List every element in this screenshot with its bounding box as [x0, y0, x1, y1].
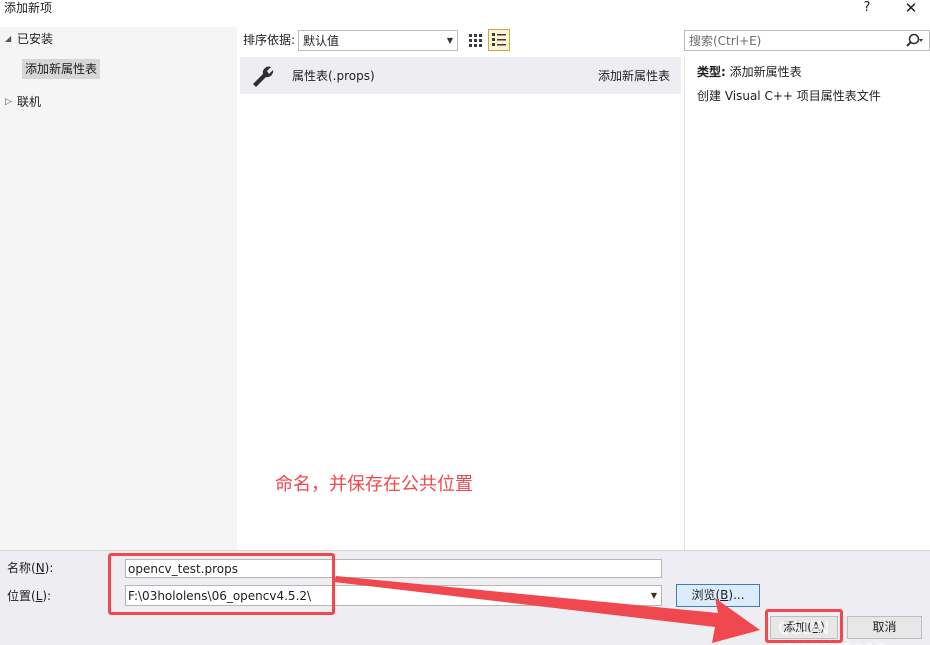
- grid-view-icon: [469, 34, 482, 47]
- tree-node-label: 联机: [17, 95, 42, 109]
- list-view-icon: [492, 33, 506, 46]
- tree-node-installed[interactable]: ◢ 已安装: [0, 28, 237, 50]
- type-value: 添加新属性表: [729, 65, 802, 79]
- tree-node-online[interactable]: ▷ 联机: [0, 91, 237, 113]
- wrench-icon: [250, 65, 276, 87]
- list-view-button[interactable]: [488, 29, 510, 51]
- access-key: N: [35, 561, 45, 575]
- template-name: 属性表(.props): [292, 69, 375, 83]
- window-title: 添加新项: [4, 1, 53, 15]
- label-text: ):: [42, 589, 52, 603]
- details-pane: 类型: 添加新属性表 创建 Visual C++ 项目属性表文件: [684, 57, 930, 550]
- label-text: 位置(: [7, 589, 36, 603]
- type-line: 类型: 添加新属性表: [697, 64, 802, 80]
- sort-value: 默认值: [303, 34, 340, 48]
- chevron-down-icon[interactable]: ▼: [647, 586, 661, 605]
- collapsed-arrow-icon[interactable]: ▷: [5, 91, 12, 113]
- type-key: 类型:: [697, 65, 726, 79]
- sort-label: 排序依据:: [243, 33, 296, 47]
- title-bar: [0, 0, 930, 18]
- category-tree: ◢ 已安装 添加新属性表 ▷ 联机: [0, 27, 237, 550]
- highlight-box-fields: [108, 553, 335, 615]
- search-input[interactable]: 搜索(Ctrl+E): [684, 30, 930, 51]
- name-label: 名称(N):: [7, 560, 53, 576]
- label-text: 名称(: [7, 561, 36, 575]
- template-description: 创建 Visual C++ 项目属性表文件: [697, 89, 881, 103]
- annotation-text: 命名，并保存在公共位置: [275, 474, 473, 495]
- close-button[interactable]: ✕: [900, 0, 922, 17]
- sort-dropdown[interactable]: 默认值 ▼: [298, 30, 458, 51]
- search-placeholder: 搜索(Ctrl+E): [689, 34, 762, 48]
- location-label: 位置(L):: [7, 588, 51, 604]
- tree-node-label: 已安装: [17, 32, 54, 46]
- button-text: 浏览(: [691, 588, 721, 602]
- grid-view-button[interactable]: [465, 30, 485, 50]
- expanded-arrow-icon[interactable]: ◢: [5, 28, 11, 50]
- tree-item-add-property-sheet[interactable]: 添加新属性表: [22, 59, 101, 79]
- tree-node-selected-row[interactable]: 添加新属性表: [0, 59, 237, 81]
- browse-button[interactable]: 浏览(B)...: [676, 584, 760, 607]
- template-item-props[interactable]: 属性表(.props) 添加新属性表: [240, 57, 681, 94]
- chevron-down-icon[interactable]: ▼: [443, 31, 457, 50]
- search-icon[interactable]: [905, 32, 925, 50]
- template-category: 添加新属性表: [597, 69, 670, 83]
- label-text: ):: [44, 561, 54, 575]
- help-button[interactable]: ?: [858, 0, 876, 16]
- button-text: )...: [728, 588, 745, 602]
- watermark: CSDN @WMX2012: [778, 618, 887, 645]
